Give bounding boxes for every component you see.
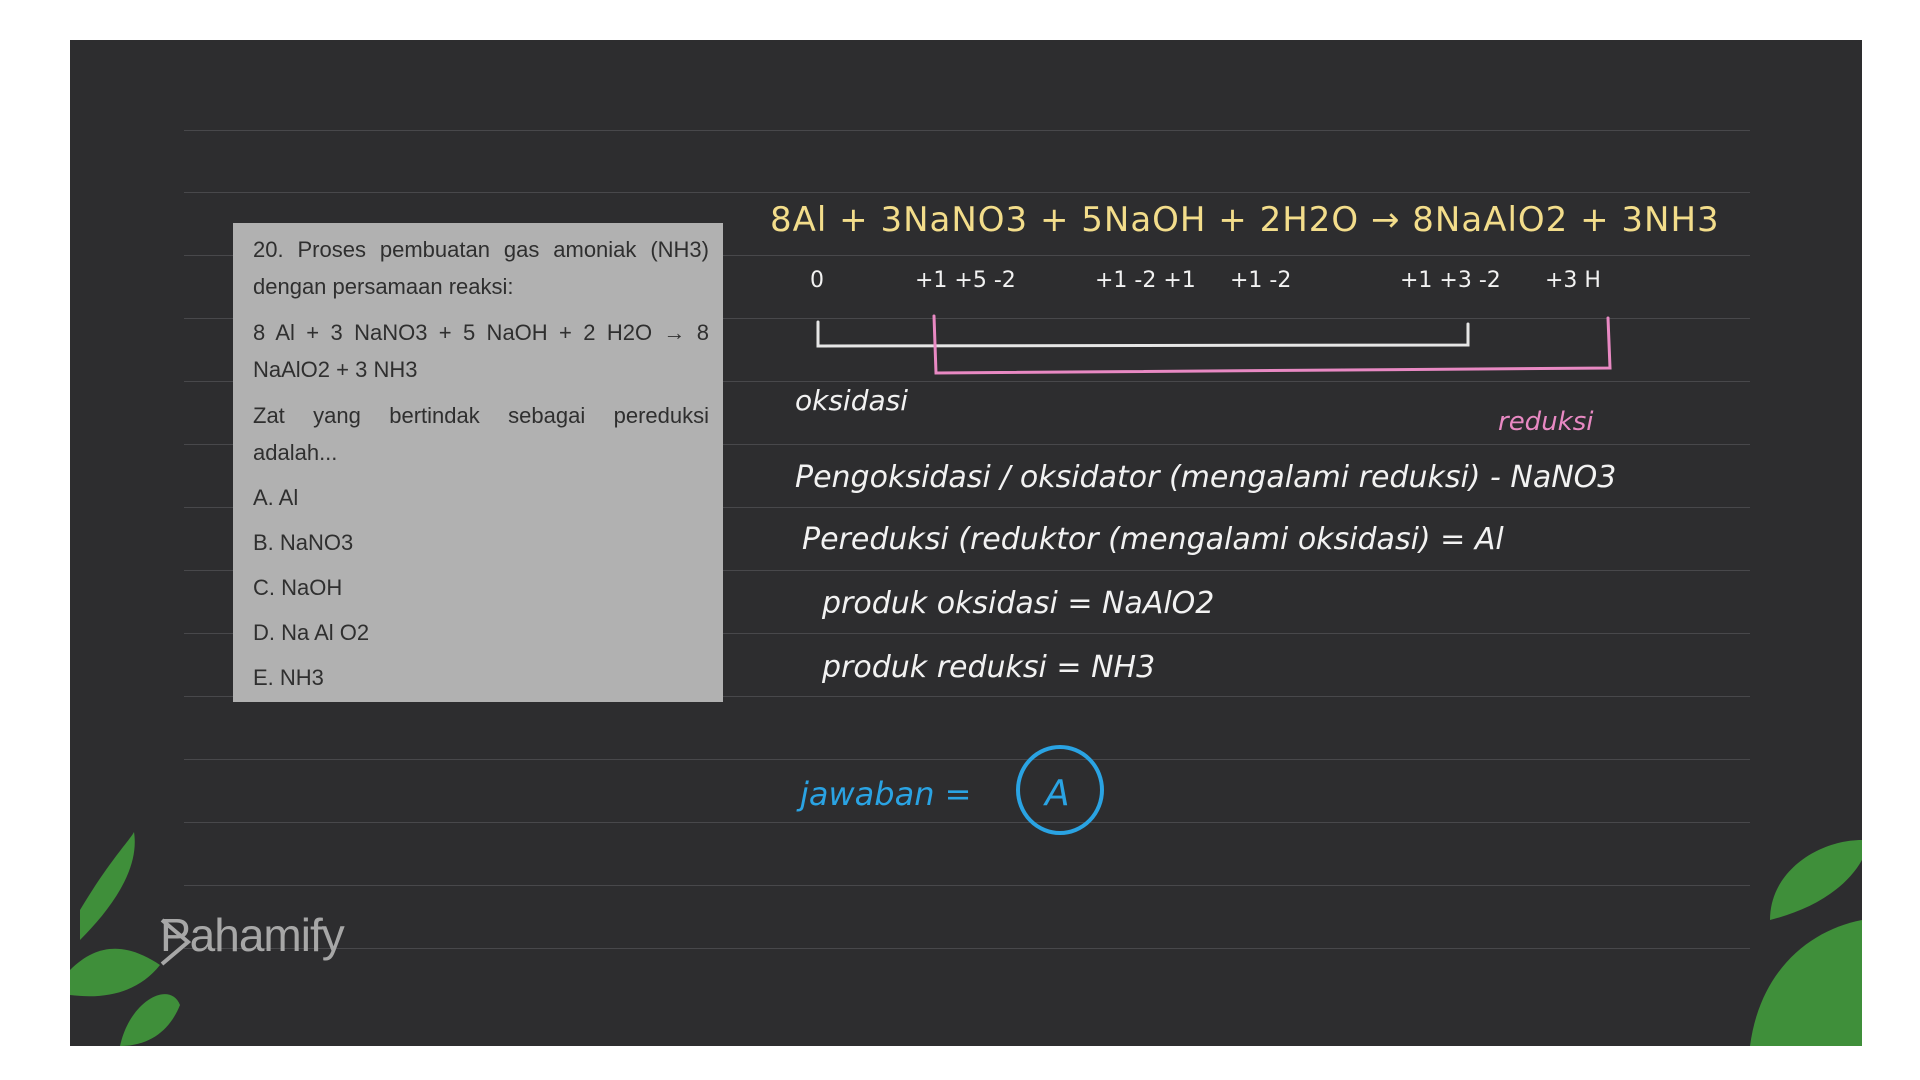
leaf-right-icon	[1750, 840, 1862, 1046]
leaf-left-icon	[70, 832, 180, 1046]
logo-mark-icon	[160, 918, 192, 966]
whiteboard: 20. Proses pembuatan gas amoniak (NH3) d…	[70, 40, 1862, 1046]
answer-circle	[1016, 745, 1104, 835]
annotation-strokes	[70, 314, 1862, 1046]
oxidation-bracket	[816, 320, 1470, 348]
